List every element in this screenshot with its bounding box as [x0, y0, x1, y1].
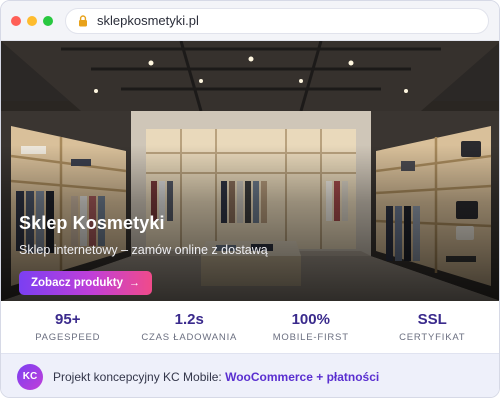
stat-pagespeed: 95+ PAGESPEED [13, 311, 123, 343]
window-controls [11, 15, 53, 26]
maximize-window-button[interactable] [43, 15, 53, 26]
stat-label: PAGESPEED [35, 332, 101, 343]
stats-bar: 95+ PAGESPEED 1.2s CZAS ŁADOWANIA 100% M… [1, 301, 499, 353]
stat-label: CERTYFIKAT [399, 332, 466, 343]
stat-value: 1.2s [174, 311, 204, 328]
hero-title: Sklep Kosmetyki [19, 213, 165, 233]
hero-content: Sklep Kosmetyki Sklep internetowy – zamó… [19, 213, 268, 295]
hero-subtitle: Sklep internetowy – zamów online z dosta… [19, 243, 268, 257]
stat-label: MOBILE-FIRST [272, 332, 349, 343]
footer-highlight: WooCommerce + płatności [225, 369, 380, 384]
minimize-window-button[interactable] [27, 15, 37, 26]
footer-text: Projekt koncepcyjny KC Mobile: WooCommer… [53, 370, 379, 384]
lock-icon [76, 14, 90, 28]
project-footer: KC Projekt koncepcyjny KC Mobile: WooCom… [1, 353, 499, 397]
view-products-label: Zobacz produkty [31, 277, 124, 289]
address-bar[interactable]: sklepkosmetyki.pl [65, 7, 489, 34]
kc-logo-badge: KC [17, 363, 43, 390]
stat-mobile-first: 100% MOBILE-FIRST [256, 311, 366, 343]
stat-ssl: SSL CERTYFIKAT [377, 311, 487, 343]
footer-description: Projekt koncepcyjny KC Mobile: [53, 369, 222, 384]
stat-value: SSL [417, 311, 447, 328]
close-window-button[interactable] [11, 15, 21, 26]
stat-label: CZAS ŁADOWANIA [141, 332, 238, 343]
stat-load-time: 1.2s CZAS ŁADOWANIA [134, 311, 244, 343]
view-products-button[interactable]: Zobacz produkty → [19, 271, 153, 295]
arrow-right-icon: → [129, 277, 141, 289]
stat-value: 95+ [55, 311, 81, 328]
url-text: sklepkosmetyki.pl [97, 13, 199, 28]
stat-value: 100% [291, 311, 330, 328]
hero-banner: Sklep Kosmetyki Sklep internetowy – zamó… [1, 41, 499, 301]
browser-window: sklepkosmetyki.pl Sklep Kosmetyki Sklep … [0, 0, 500, 398]
browser-toolbar: sklepkosmetyki.pl [1, 1, 499, 41]
